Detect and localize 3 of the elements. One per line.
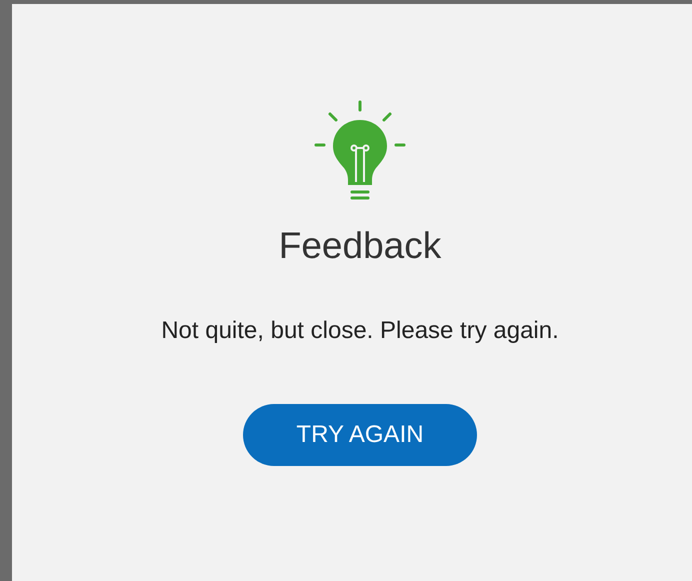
try-again-button[interactable]: TRY AGAIN [243,404,477,466]
dialog-title: Feedback [278,224,442,268]
feedback-message: Not quite, but close. Please try again. [161,316,559,346]
